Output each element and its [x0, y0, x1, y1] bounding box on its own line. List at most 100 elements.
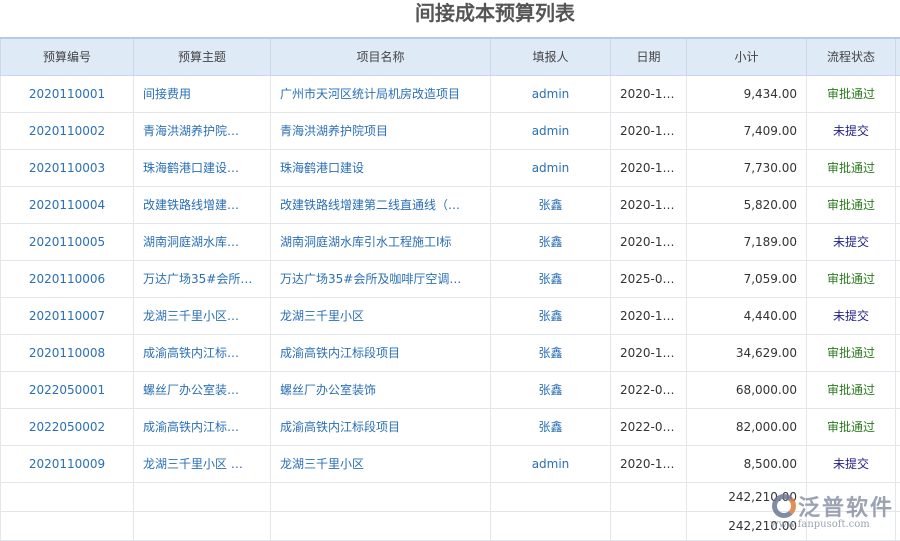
table-row[interactable]: 2020110005 湖南洞庭湖水库… 湖南洞庭湖水库引水工程施工I标 张鑫 2020-… [0, 222, 900, 261]
cell-extra [895, 333, 900, 372]
table-row[interactable]: 2022050002 成渝高铁内江标… 成渝高铁内江标段项目 张鑫 2022-0… 82,… [0, 407, 900, 446]
cell-reporter: 张鑫 [490, 333, 611, 372]
empty-cell [895, 510, 900, 541]
empty-cell [490, 481, 611, 512]
cell-budget-subject[interactable]: 龙湖三千里小区 … [133, 444, 271, 483]
cell-reporter: 张鑫 [490, 296, 611, 335]
cell-project-name[interactable]: 龙湖三千里小区 [270, 444, 491, 483]
cell-budget-no[interactable]: 2020110003 [0, 148, 134, 187]
column-header-reporter[interactable]: 填报人 [490, 37, 611, 76]
cell-date: 2022-0… [610, 370, 687, 409]
cell-budget-no[interactable]: 2020110006 [0, 259, 134, 298]
table-row[interactable]: 2020110008 成渝高铁内江标… 成渝高铁内江标段项目 张鑫 2020-1… 34,… [0, 333, 900, 372]
cell-subtotal: 4,440.00 [686, 296, 807, 335]
cell-project-name[interactable]: 改建铁路线增建第二线直通线（… [270, 185, 491, 224]
cell-project-name[interactable]: 龙湖三千里小区 [270, 296, 491, 335]
table-row[interactable]: 2020110007 龙湖三千里小区… 龙湖三千里小区 张鑫 2020-1… 4,440.… [0, 296, 900, 335]
cell-status: 审批通过 [806, 185, 896, 224]
cell-project-name[interactable]: 广州市天河区统计局机房改造项目 [270, 74, 491, 113]
column-header-budget-subject[interactable]: 预算主题 [133, 37, 271, 76]
cell-extra [895, 185, 900, 224]
column-header-extra [895, 37, 900, 76]
empty-cell [490, 510, 611, 541]
empty-cell [270, 481, 491, 512]
empty-cell [133, 510, 271, 541]
cell-reporter: 张鑫 [490, 185, 611, 224]
cell-status: 审批通过 [806, 259, 896, 298]
cell-budget-no[interactable]: 2020110007 [0, 296, 134, 335]
cell-reporter: admin [490, 444, 611, 483]
cell-date: 2025-0… [610, 259, 687, 298]
cell-status: 审批通过 [806, 370, 896, 409]
column-header-status[interactable]: 流程状态 [806, 37, 896, 76]
cell-reporter: admin [490, 148, 611, 187]
cell-budget-no[interactable]: 2020110001 [0, 74, 134, 113]
table-row[interactable]: 2020110006 万达广场35#会所… 万达广场35#会所及咖啡厅空调… 张鑫 20… [0, 259, 900, 298]
cell-reporter: admin [490, 74, 611, 113]
cell-extra [895, 407, 900, 446]
cell-subtotal: 7,189.00 [686, 222, 807, 261]
cell-budget-no[interactable]: 2020110009 [0, 444, 134, 483]
cell-project-name[interactable]: 青海洪湖养护院项目 [270, 111, 491, 150]
cell-budget-no[interactable]: 2020110004 [0, 185, 134, 224]
table-header: 预算编号 预算主题 项目名称 填报人 日期 小计 流程状态 [0, 37, 900, 76]
cell-reporter: admin [490, 111, 611, 150]
cell-status: 未提交 [806, 296, 896, 335]
cell-project-name[interactable]: 螺丝厂办公室装饰 [270, 370, 491, 409]
cell-status: 审批通过 [806, 407, 896, 446]
cell-budget-subject[interactable]: 珠海鹤港口建设… [133, 148, 271, 187]
cell-extra [895, 222, 900, 261]
budget-table: 预算编号 预算主题 项目名称 填报人 日期 小计 流程状态 2020110001 间接费用 广州… [0, 37, 900, 541]
cell-budget-subject[interactable]: 改建铁路线增建… [133, 185, 271, 224]
cell-budget-no[interactable]: 2022050001 [0, 370, 134, 409]
cell-extra [895, 74, 900, 113]
cell-subtotal: 7,059.00 [686, 259, 807, 298]
cell-date: 2020-1… [610, 111, 687, 150]
cell-project-name[interactable]: 万达广场35#会所及咖啡厅空调… [270, 259, 491, 298]
cell-project-name[interactable]: 珠海鹤港口建设 [270, 148, 491, 187]
cell-reporter: 张鑫 [490, 222, 611, 261]
cell-status: 未提交 [806, 111, 896, 150]
cell-subtotal: 34,629.00 [686, 333, 807, 372]
cell-status: 审批通过 [806, 333, 896, 372]
cell-subtotal: 9,434.00 [686, 74, 807, 113]
column-header-budget-no[interactable]: 预算编号 [0, 37, 134, 76]
cell-budget-subject[interactable]: 成渝高铁内江标… [133, 333, 271, 372]
cell-budget-subject[interactable]: 螺丝厂办公室装… [133, 370, 271, 409]
cell-budget-no[interactable]: 2020110002 [0, 111, 134, 150]
cell-budget-no[interactable]: 2020110008 [0, 333, 134, 372]
table-row[interactable]: 2020110009 龙湖三千里小区 … 龙湖三千里小区 admin 2020-1… 8,… [0, 444, 900, 483]
cell-budget-subject[interactable]: 万达广场35#会所… [133, 259, 271, 298]
cell-extra [895, 370, 900, 409]
cell-project-name[interactable]: 成渝高铁内江标段项目 [270, 333, 491, 372]
column-header-subtotal[interactable]: 小计 [686, 37, 807, 76]
cell-budget-subject[interactable]: 青海洪湖养护院… [133, 111, 271, 150]
empty-cell [895, 481, 900, 512]
cell-date: 2020-1… [610, 74, 687, 113]
cell-extra [895, 444, 900, 483]
cell-extra [895, 111, 900, 150]
cell-budget-subject[interactable]: 龙湖三千里小区… [133, 296, 271, 335]
cell-subtotal: 7,409.00 [686, 111, 807, 150]
cell-status: 审批通过 [806, 148, 896, 187]
table-row[interactable]: 2022050001 螺丝厂办公室装… 螺丝厂办公室装饰 张鑫 2022-0… 68,00… [0, 370, 900, 409]
cell-date: 2020-1… [610, 444, 687, 483]
cell-project-name[interactable]: 湖南洞庭湖水库引水工程施工I标 [270, 222, 491, 261]
column-header-project-name[interactable]: 项目名称 [270, 37, 491, 76]
cell-budget-subject[interactable]: 间接费用 [133, 74, 271, 113]
cell-budget-no[interactable]: 2020110005 [0, 222, 134, 261]
cell-budget-subject[interactable]: 湖南洞庭湖水库… [133, 222, 271, 261]
table-row[interactable]: 2020110004 改建铁路线增建… 改建铁路线增建第二线直通线（… 张鑫 2020-… [0, 185, 900, 224]
table-row[interactable]: 2020110002 青海洪湖养护院… 青海洪湖养护院项目 admin 2020-1… 7… [0, 111, 900, 150]
cell-budget-subject[interactable]: 成渝高铁内江标… [133, 407, 271, 446]
cell-status: 审批通过 [806, 74, 896, 113]
cell-extra [895, 259, 900, 298]
table-row[interactable]: 2020110003 珠海鹤港口建设… 珠海鹤港口建设 admin 2020-1… 7,7… [0, 148, 900, 187]
cell-subtotal: 7,730.00 [686, 148, 807, 187]
cell-budget-no[interactable]: 2022050002 [0, 407, 134, 446]
column-header-date[interactable]: 日期 [610, 37, 687, 76]
cell-project-name[interactable]: 成渝高铁内江标段项目 [270, 407, 491, 446]
watermark: 泛普软件 www.fanpusoft.com [770, 490, 894, 530]
table-row[interactable]: 2020110001 间接费用 广州市天河区统计局机房改造项目 admin 2020-1… [0, 74, 900, 113]
cell-date: 2020-1… [610, 185, 687, 224]
